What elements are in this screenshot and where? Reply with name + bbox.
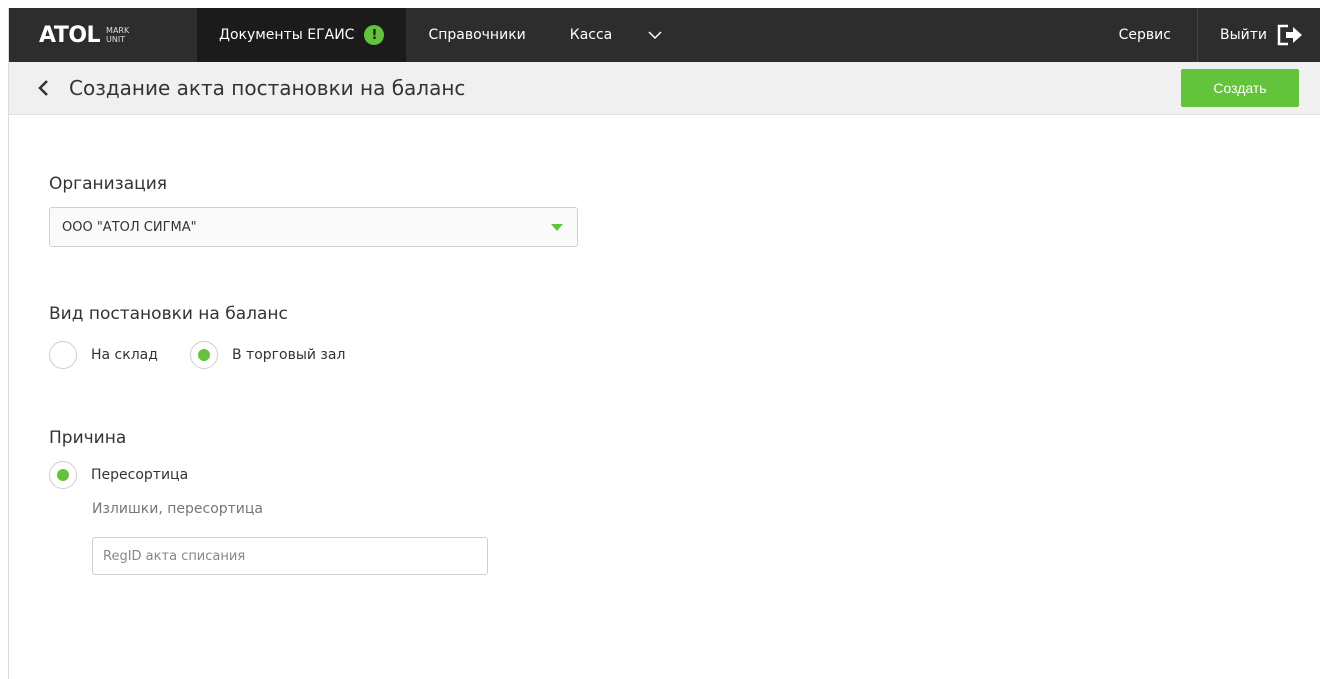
balance-type-label: Вид постановки на баланс	[49, 304, 288, 324]
radio-circle[interactable]	[49, 341, 77, 369]
brand-subtitle: MARK UNIT	[106, 26, 129, 44]
create-button[interactable]: Создать	[1181, 69, 1299, 107]
logout-icon	[1277, 24, 1302, 46]
nav-item-references[interactable]: Справочники	[406, 8, 547, 62]
service-label: Сервис	[1118, 27, 1171, 43]
brand-name: ATOL	[39, 22, 101, 48]
nav-item-egais-documents[interactable]: Документы ЕГАИС !	[197, 8, 407, 62]
radio-sales-floor[interactable]: В торговый зал	[190, 341, 345, 369]
reason-label: Причина	[49, 428, 127, 448]
regid-input[interactable]	[92, 537, 488, 575]
alert-badge-icon: !	[364, 25, 385, 45]
organization-select[interactable]: ООО "АТОЛ СИГМА"	[49, 207, 578, 247]
radio-circle-selected[interactable]	[190, 341, 218, 369]
organization-value: ООО "АТОЛ СИГМА"	[62, 219, 197, 235]
back-arrow-icon[interactable]	[23, 79, 63, 97]
nav-item-label: Справочники	[428, 27, 526, 43]
radio-label: Пересортица	[91, 467, 189, 483]
radio-dot	[57, 469, 69, 481]
reason-hint: Излишки, пересортица	[92, 501, 264, 517]
brand-logo[interactable]: ATOL MARK UNIT	[9, 8, 197, 62]
organization-label: Организация	[49, 174, 167, 194]
logout-label: Выйти	[1219, 27, 1267, 43]
page-title: Создание акта постановки на баланс	[69, 76, 466, 100]
dropdown-caret-icon	[551, 224, 563, 231]
brand-sub-top: MARK	[106, 26, 130, 35]
app-frame: ATOL MARK UNIT Документы ЕГАИС ! Справоч…	[8, 8, 1320, 679]
nav-item-cashbox[interactable]: Касса	[548, 8, 635, 62]
more-menu-chevron-icon[interactable]	[634, 8, 676, 62]
radio-resorting[interactable]: Пересортица	[49, 461, 188, 489]
radio-label: В торговый зал	[232, 347, 346, 363]
nav-item-service[interactable]: Сервис	[1093, 8, 1198, 62]
brand-sub-bottom: UNIT	[106, 35, 126, 44]
radio-circle-selected[interactable]	[49, 461, 77, 489]
page-header: Создание акта постановки на баланс Созда…	[9, 62, 1320, 115]
nav-item-label: Касса	[569, 27, 613, 43]
radio-dot	[198, 349, 210, 361]
top-navigation: ATOL MARK UNIT Документы ЕГАИС ! Справоч…	[9, 8, 1320, 62]
radio-warehouse[interactable]: На склад	[49, 341, 158, 369]
logout-button[interactable]: Выйти	[1198, 8, 1320, 62]
nav-item-label: Документы ЕГАИС	[219, 27, 355, 43]
radio-label: На склад	[91, 347, 158, 363]
